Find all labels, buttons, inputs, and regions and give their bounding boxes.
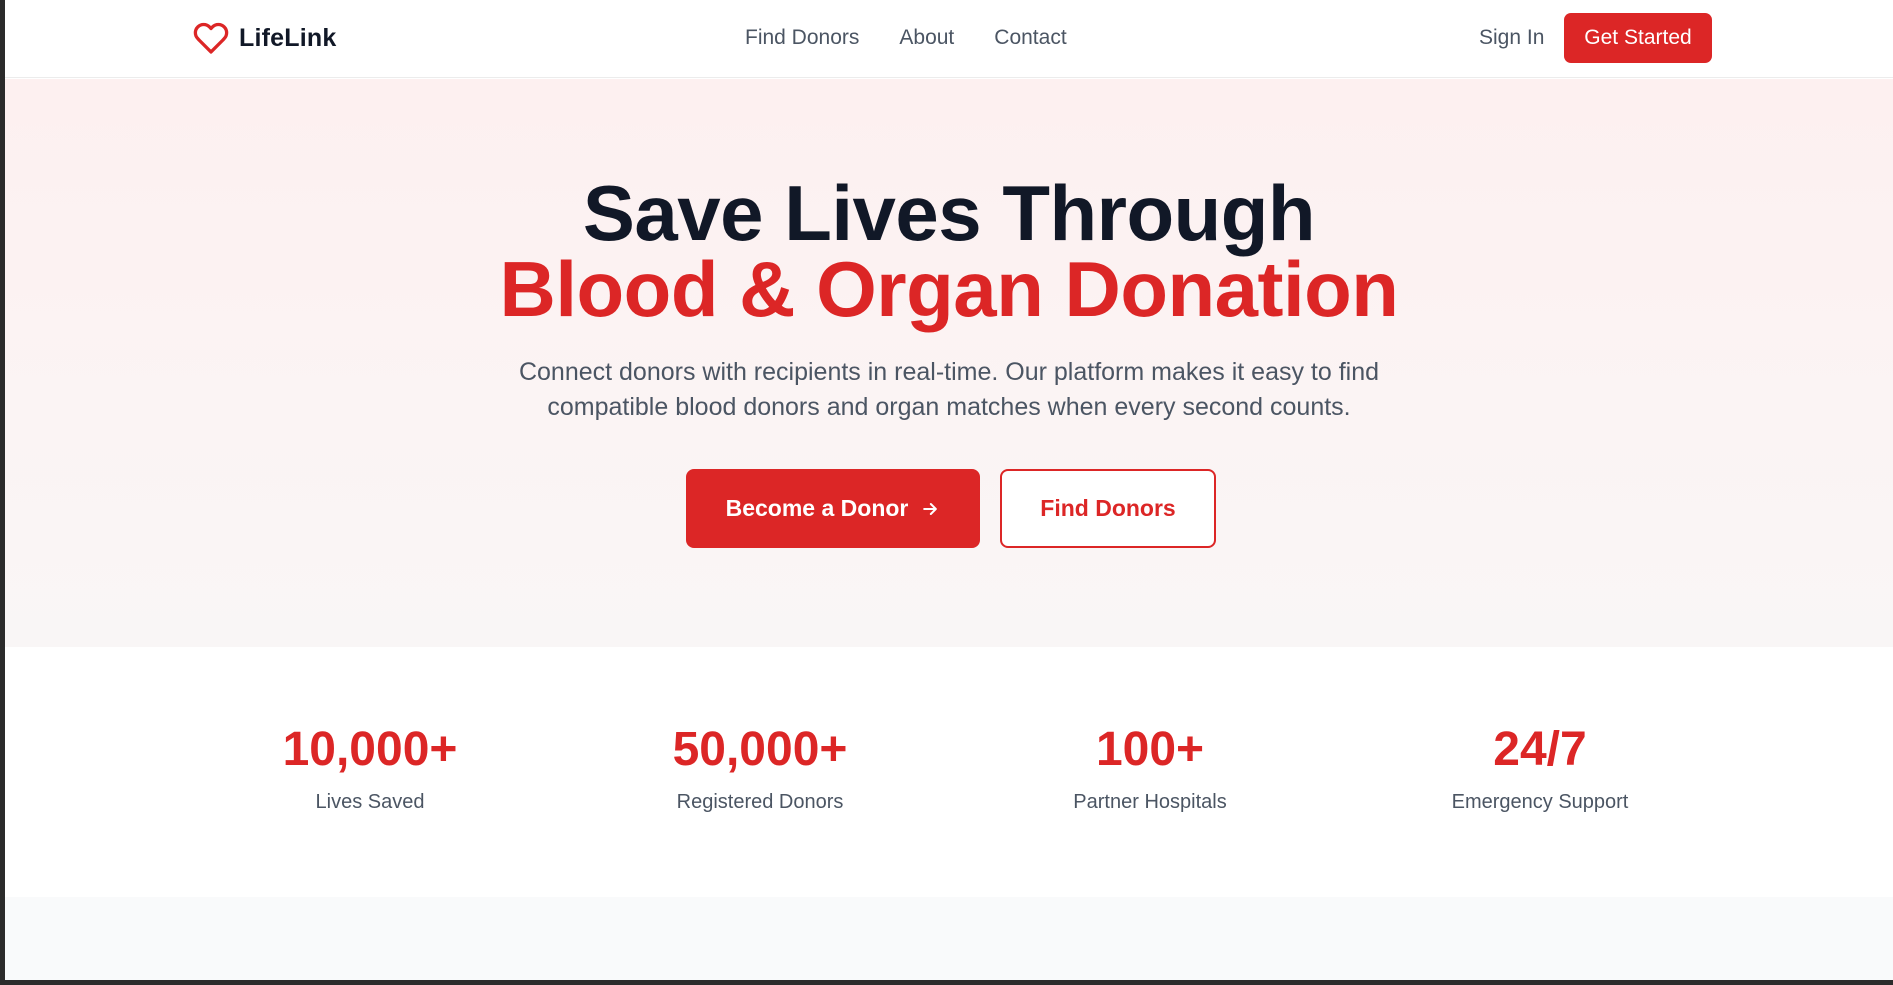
hero-title: Save Lives Through Blood & Organ Donatio…: [5, 169, 1893, 333]
stat-value: 10,000+: [282, 723, 458, 776]
brand-name: LifeLink: [239, 23, 337, 52]
next-section-band: [5, 897, 1893, 980]
stat-label: Partner Hospitals: [1073, 791, 1227, 813]
stat-value: 100+: [1095, 723, 1205, 776]
nav-link-about[interactable]: About: [899, 26, 954, 50]
stats-section: 10,000+ Lives Saved 50,000+ Registered D…: [5, 647, 1893, 897]
stat-label: Registered Donors: [676, 791, 844, 813]
hero-subtitle-line-2: compatible blood donors and organ matche…: [547, 393, 1351, 421]
find-donors-button[interactable]: Find Donors: [1000, 469, 1216, 548]
stat-partner-hospitals: 100+ Partner Hospitals: [990, 723, 1310, 814]
sign-in-link[interactable]: Sign In: [1479, 26, 1544, 50]
main-nav: Find Donors About Contact: [745, 26, 1067, 50]
stat-label: Emergency Support: [1451, 791, 1629, 813]
nav-link-find-donors[interactable]: Find Donors: [745, 26, 859, 50]
hero-title-line-2: Blood & Organ Donation: [499, 245, 1399, 333]
hero-subtitle: Connect donors with recipients in real-t…: [449, 355, 1449, 425]
stat-label: Lives Saved: [315, 791, 425, 813]
top-navbar: LifeLink Find Donors About Contact Sign …: [5, 0, 1893, 78]
stat-value: 24/7: [1493, 723, 1587, 776]
hero-subtitle-line-1: Connect donors with recipients in real-t…: [518, 358, 1380, 386]
stat-emergency-support: 24/7 Emergency Support: [1380, 723, 1700, 814]
become-donor-button[interactable]: Become a Donor: [686, 469, 980, 548]
stat-registered-donors: 50,000+ Registered Donors: [600, 723, 920, 814]
hero-title-line-1: Save Lives Through: [582, 169, 1316, 257]
brand-logo[interactable]: LifeLink: [192, 20, 336, 56]
stat-lives-saved: 10,000+ Lives Saved: [210, 723, 530, 814]
hero-section: Save Lives Through Blood & Organ Donatio…: [5, 79, 1893, 647]
get-started-button[interactable]: Get Started: [1564, 13, 1712, 63]
arrow-right-icon: [923, 502, 938, 515]
nav-link-contact[interactable]: Contact: [994, 26, 1066, 50]
stat-value: 50,000+: [672, 723, 848, 776]
heart-icon: [193, 22, 229, 54]
become-donor-label: Become a Donor: [725, 495, 909, 521]
page: LifeLink Find Donors About Contact Sign …: [5, 0, 1893, 980]
